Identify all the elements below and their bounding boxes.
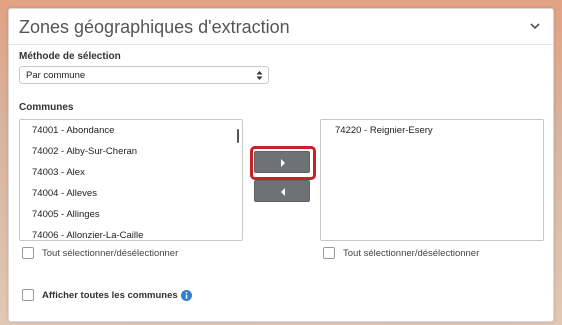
list-item[interactable]: 74006 - Allonzier-La-Caille [20,225,242,240]
list-item[interactable]: 74001 - Abondance [20,120,242,141]
scrollbar[interactable] [237,129,239,143]
select-all-left-row: Tout sélectionner/désélectionner [22,247,178,259]
info-icon[interactable] [180,289,192,301]
show-all-label: Afficher toutes les communes [42,289,178,301]
select-all-right-row: Tout sélectionner/désélectionner [323,247,479,259]
select-all-right-checkbox[interactable] [323,247,335,259]
list-item[interactable]: 74005 - Allinges [20,204,242,225]
arrow-left-icon [281,188,285,196]
panel-header[interactable]: Zones géographiques d'extraction [9,9,553,45]
select-all-right-label: Tout sélectionner/désélectionner [343,247,480,259]
method-select-value: Par commune [26,70,86,81]
show-all-row: Afficher toutes les communes [22,289,192,301]
available-communes-list[interactable]: 74001 - Abondance 74002 - Alby-Sur-Chera… [19,119,243,241]
select-all-left-label: Tout sélectionner/désélectionner [42,247,179,259]
panel-title: Zones géographiques d'extraction [19,17,290,37]
add-commune-button[interactable] [254,151,310,173]
method-select[interactable]: Par commune [19,66,269,84]
chevron-down-icon[interactable] [529,20,541,32]
list-item[interactable]: 74003 - Alex [20,162,242,183]
list-item[interactable]: 74004 - Alleves [20,183,242,204]
remove-commune-button[interactable] [254,180,310,202]
extraction-zones-panel: Zones géographiques d'extraction Méthode… [8,8,554,322]
method-label: Méthode de sélection [19,51,121,62]
select-all-left-checkbox[interactable] [22,247,34,259]
show-all-checkbox[interactable] [22,289,34,301]
select-arrows-icon [256,71,263,80]
selected-communes-list[interactable]: 74220 - Reignier-Esery [320,119,544,241]
list-item[interactable]: 74002 - Alby-Sur-Cheran [20,141,242,162]
communes-label: Communes [19,102,74,113]
arrow-right-icon [281,159,285,167]
list-item[interactable]: 74220 - Reignier-Esery [321,120,543,141]
